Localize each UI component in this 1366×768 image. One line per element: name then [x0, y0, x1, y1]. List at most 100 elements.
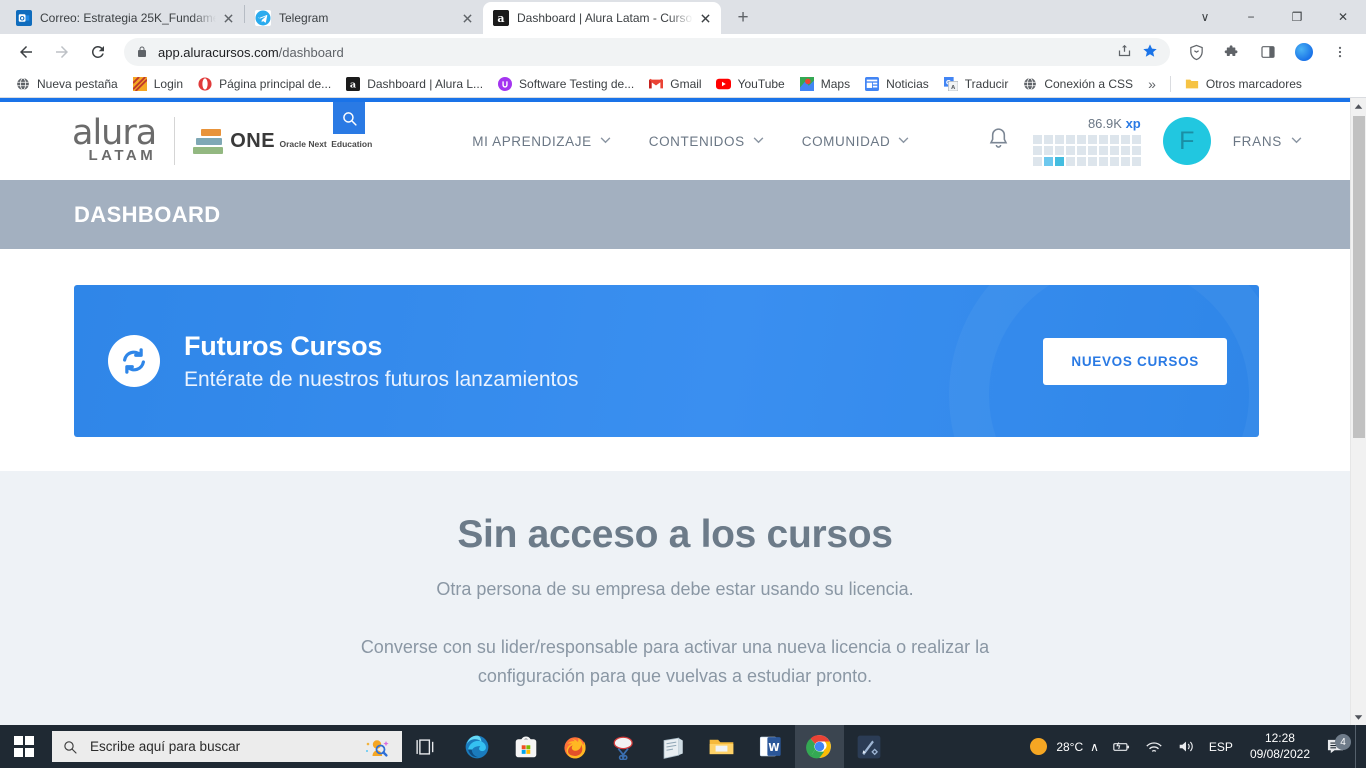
empty-state-heading: Sin acceso a los cursos: [457, 513, 893, 556]
futuros-cursos-card: Futuros Cursos Entérate de nuestros futu…: [74, 285, 1259, 437]
avatar[interactable]: F: [1162, 117, 1211, 165]
bookmark-label: Gmail: [670, 76, 702, 91]
chrome-menu-icon[interactable]: [1326, 38, 1354, 66]
nav-label: CONTENIDOS: [648, 133, 745, 149]
taskbar-app-mozilla-firefox[interactable]: [550, 725, 599, 768]
user-name-label: FRANS: [1232, 133, 1282, 149]
chevron-down-icon: [1291, 136, 1302, 147]
windows-start-icon[interactable]: [0, 725, 48, 768]
search-icon: [62, 739, 78, 755]
scroll-up-icon[interactable]: [1351, 98, 1366, 114]
close-icon[interactable]: [697, 10, 713, 26]
language-indicator[interactable]: ESP: [1202, 725, 1240, 768]
bookmark-pagina-principal[interactable]: Página principal de...: [190, 73, 338, 95]
address-bar[interactable]: app.aluracursos.com/dashboard: [124, 38, 1170, 66]
bookmark-login[interactable]: Login: [125, 73, 190, 95]
chrome-profile-avatar[interactable]: [1290, 38, 1318, 66]
bookmarks-overflow-button[interactable]: »: [1140, 76, 1164, 92]
empty-state-lead: Otra persona de su empresa debe estar us…: [436, 579, 914, 599]
promo-title: Futuros Cursos: [184, 330, 383, 361]
taskbar-app-file-explorer[interactable]: [697, 725, 746, 768]
bookmark-label: Software Testing de...: [519, 76, 635, 91]
clock-date: 09/08/2022: [1249, 746, 1310, 761]
search-button[interactable]: [333, 102, 365, 134]
telegram-icon: [255, 10, 271, 26]
opera-icon: [197, 76, 213, 92]
search-input[interactable]: Escribe aquí para buscar: [52, 731, 402, 762]
page-viewport: alura LATAM ONE Oracle Next Education MI…: [0, 98, 1366, 725]
bookmark-software-testing[interactable]: Software Testing de...: [490, 73, 641, 95]
bookmark-gmail[interactable]: Gmail: [641, 73, 708, 95]
empty-state: Sin acceso a los cursos Otra persona de …: [0, 471, 1350, 692]
site-header: alura LATAM ONE Oracle Next Education MI…: [0, 102, 1350, 180]
bookmark-youtube[interactable]: YouTube: [709, 73, 792, 95]
scroll-down-icon[interactable]: [1351, 709, 1366, 725]
xp-unit: xp: [1125, 116, 1141, 131]
browser-tab-dashboard[interactable]: a Dashboard | Alura Latam - Curso: [483, 2, 721, 34]
search-placeholder: Escribe aquí para buscar: [90, 739, 241, 754]
bookmark-star-icon[interactable]: [1142, 43, 1158, 62]
bookmark-otros-marcadores[interactable]: Otros marcadores: [1177, 73, 1309, 95]
xp-grid: [1032, 135, 1141, 166]
scrollbar-thumb[interactable]: [1353, 116, 1365, 438]
nav-contenidos[interactable]: CONTENIDOS: [649, 134, 764, 149]
reload-icon[interactable]: [84, 38, 112, 66]
nuevos-cursos-button[interactable]: NUEVOS CURSOS: [1043, 337, 1227, 385]
notification-center-button[interactable]: 4: [1320, 734, 1355, 755]
page-scrollbar[interactable]: [1350, 98, 1366, 725]
clock[interactable]: 12:28 09/08/2022: [1240, 731, 1320, 763]
tray-overflow-chevron-icon[interactable]: ∧: [1083, 725, 1106, 768]
weather-widget[interactable]: 28°C: [1020, 738, 1083, 755]
new-tab-button[interactable]: +: [729, 4, 757, 32]
wifi-icon[interactable]: [1138, 725, 1170, 768]
bookmark-traducir[interactable]: GA Traducir: [936, 73, 1016, 95]
close-icon[interactable]: [459, 10, 475, 26]
user-menu[interactable]: FRANS: [1233, 134, 1302, 149]
window-controls: ∨ − ❐ ✕: [1182, 0, 1366, 34]
promo-subtitle: Entérate de nuestros futuros lanzamiento…: [184, 367, 579, 391]
close-icon[interactable]: [220, 10, 236, 26]
browser-tab-outlook[interactable]: O Correo: Estrategia 25K_Fundamen: [6, 2, 244, 34]
page-title-band: DASHBOARD: [0, 180, 1350, 249]
url-host: app.aluracursos.com: [158, 44, 279, 60]
close-window-button[interactable]: ✕: [1320, 0, 1366, 34]
share-icon[interactable]: [1117, 43, 1132, 61]
bookmark-dashboard-alura[interactable]: a Dashboard | Alura L...: [338, 73, 490, 95]
taskbar-app-microsoft-edge[interactable]: [452, 725, 501, 768]
taskbar-app-google-chrome[interactable]: [795, 725, 844, 768]
bookmark-label: Traducir: [964, 76, 1009, 91]
nav-comunidad[interactable]: COMUNIDAD: [802, 134, 910, 149]
chevron-down-icon: [898, 136, 909, 147]
xp-value: 86.9K: [1087, 116, 1122, 131]
back-icon[interactable]: [12, 38, 40, 66]
one-subtitle-line1: Oracle Next: [279, 138, 327, 149]
bookmark-nueva-pestana[interactable]: Nueva pestaña: [8, 73, 125, 95]
extensions-puzzle-icon[interactable]: [1218, 38, 1246, 66]
maximize-button[interactable]: ❐: [1274, 0, 1320, 34]
taskbar-app-microsoft-store[interactable]: [501, 725, 550, 768]
alura-logo[interactable]: alura LATAM ONE Oracle Next Education: [72, 116, 372, 165]
volume-icon[interactable]: [1170, 725, 1202, 768]
taskbar-app-design-app[interactable]: [844, 725, 893, 768]
taskbar-app-sticky-notes[interactable]: [648, 725, 697, 768]
bookmark-maps[interactable]: Maps: [792, 73, 857, 95]
task-view-icon[interactable]: [402, 725, 448, 768]
shield-icon[interactable]: [1182, 38, 1210, 66]
nav-mi-aprendizaje[interactable]: MI APRENDIZAJE: [472, 134, 611, 149]
bell-icon[interactable]: [986, 126, 1011, 156]
cortana-icon[interactable]: [362, 734, 392, 760]
omnibox-actions: [1117, 43, 1158, 62]
side-panel-icon[interactable]: [1254, 38, 1282, 66]
bookmark-noticias[interactable]: Noticias: [857, 73, 936, 95]
chrome-browser-window: O Correo: Estrategia 25K_Fundamen Telegr…: [0, 0, 1366, 725]
browser-tab-telegram[interactable]: Telegram: [245, 2, 483, 34]
taskbar-app-snipping-tool[interactable]: [599, 725, 648, 768]
battery-icon[interactable]: [1106, 725, 1138, 768]
bookmarks-bar: Nueva pestaña Login Página principal de.…: [0, 70, 1366, 98]
chrome-more-icon[interactable]: ∨: [1182, 0, 1228, 34]
alura-dashboard-page: alura LATAM ONE Oracle Next Education MI…: [0, 98, 1350, 725]
bookmark-conexion-css[interactable]: Conexión a CSS: [1015, 73, 1140, 95]
minimize-button[interactable]: −: [1228, 0, 1274, 34]
taskbar-app-microsoft-word[interactable]: W: [746, 725, 795, 768]
show-desktop-button[interactable]: [1355, 725, 1362, 768]
